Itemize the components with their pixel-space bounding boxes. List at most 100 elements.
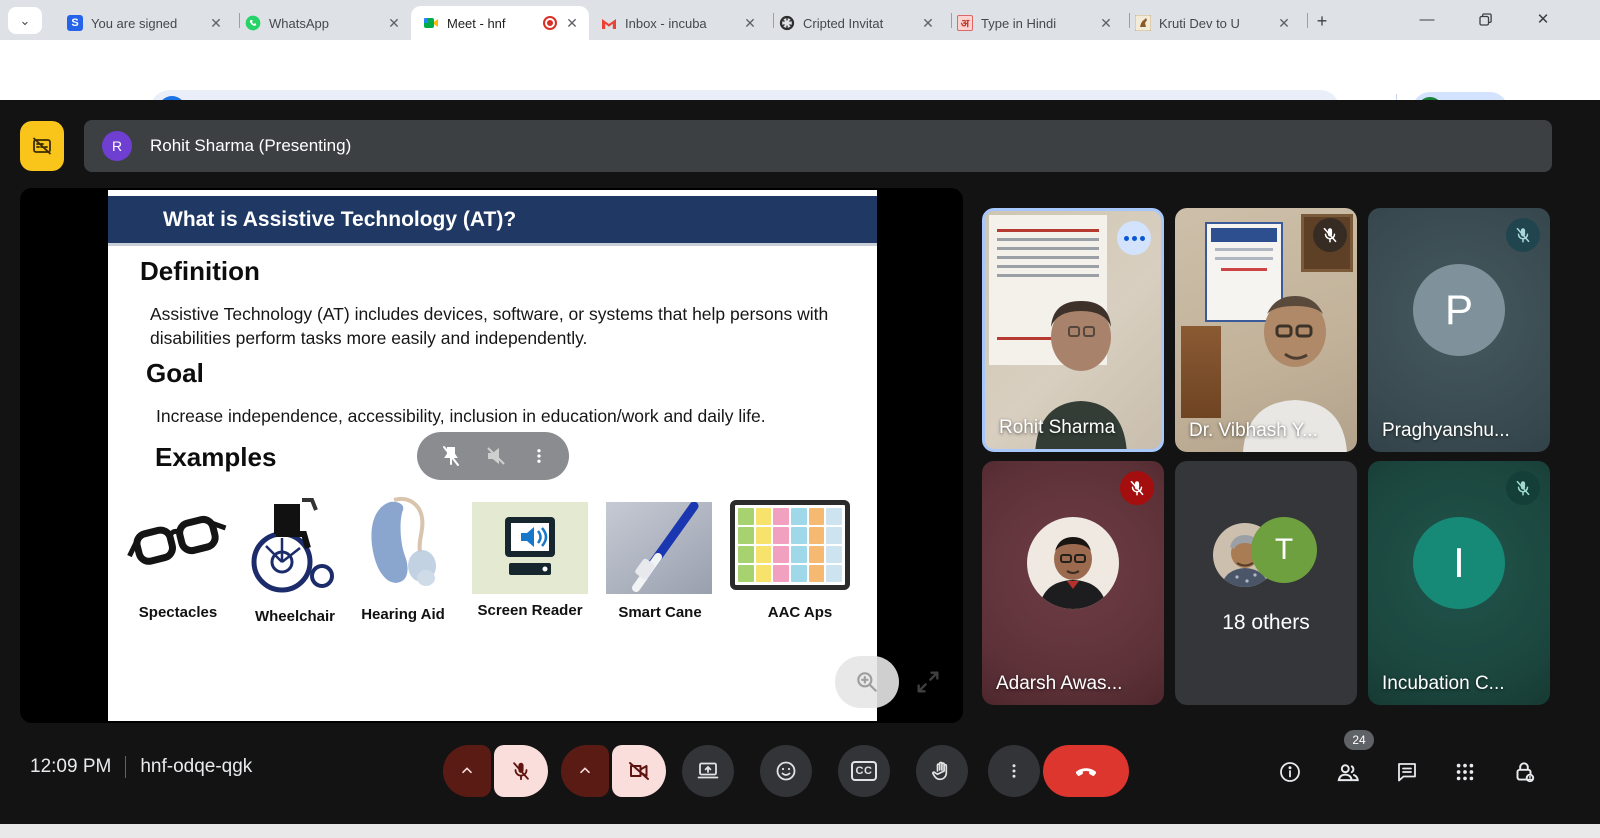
chat-panel-button[interactable]	[1394, 759, 1420, 785]
example-label: Screen Reader	[460, 602, 600, 619]
browser-toolbar: meet.google.com/hnf-odqe-qgk I School	[0, 40, 1600, 100]
tab-title: Kruti Dev to U	[1159, 16, 1275, 31]
window-restore-button[interactable]	[1463, 0, 1507, 38]
captions-unavailable-icon[interactable]	[20, 121, 64, 171]
emoji-reactions-button[interactable]	[760, 745, 812, 797]
participant-tile-others[interactable]: T 18 others	[1175, 461, 1357, 705]
tab-close-icon[interactable]: ✕	[1275, 14, 1293, 32]
mic-options-chevron-button[interactable]	[443, 745, 491, 797]
tab-recording-indicator-icon	[543, 16, 557, 30]
tab-type-in-hindi[interactable]: अ Type in Hindi ✕	[945, 6, 1123, 40]
participant-tile-adarsh[interactable]: Adarsh Awas...	[982, 461, 1164, 705]
meet-main: R Rohit Sharma (Presenting) What is Assi…	[0, 100, 1600, 824]
tab-title: Meet - hnf	[447, 16, 543, 31]
participant-initial-avatar: I	[1413, 517, 1505, 609]
examples-heading: Examples	[155, 442, 276, 473]
presentation-tile[interactable]: What is Assistive Technology (AT)? Defin…	[20, 188, 963, 723]
tile-hover-controls	[417, 432, 569, 480]
tile-more-options-icon[interactable]	[530, 447, 548, 465]
presenter-name: Rohit Sharma (Presenting)	[150, 136, 351, 156]
example-label: AAC Aps	[730, 604, 870, 621]
presenter-avatar: R	[102, 131, 132, 161]
more-options-button[interactable]	[988, 745, 1040, 797]
meeting-code: hnf-odqe-qgk	[140, 756, 252, 778]
kruti-dev-icon	[1135, 15, 1151, 31]
divider	[125, 756, 126, 778]
definition-heading: Definition	[140, 256, 260, 287]
definition-body: Assistive Technology (AT) includes devic…	[150, 302, 850, 350]
screen-reader-image	[472, 502, 588, 594]
slide-title: What is Assistive Technology (AT)?	[163, 208, 516, 232]
hearing-aid-image	[356, 494, 451, 598]
tab-meet-active[interactable]: Meet - hnf ✕	[411, 6, 589, 40]
mic-muted-badge-icon	[1506, 471, 1540, 505]
tab-close-icon[interactable]: ✕	[1097, 14, 1115, 32]
participant-count-badge: 24	[1344, 730, 1374, 750]
mic-muted-badge-icon	[1313, 218, 1347, 252]
mic-muted-button[interactable]	[494, 745, 548, 797]
gmail-icon	[601, 15, 617, 31]
participant-tile-dr-vibhash[interactable]: Dr. Vibhash Y...	[1175, 208, 1357, 452]
host-controls-lock-button[interactable]	[1511, 759, 1537, 785]
unpin-icon[interactable]	[439, 444, 463, 468]
presenting-banner: R Rohit Sharma (Presenting)	[84, 120, 1552, 172]
captions-button[interactable]: CC	[838, 745, 890, 797]
participant-name: Incubation C...	[1382, 673, 1505, 695]
tab-whatsapp[interactable]: WhatsApp ✕	[233, 6, 411, 40]
activities-grid-button[interactable]	[1452, 759, 1478, 785]
example-label: Smart Cane	[590, 604, 730, 621]
wall-scroll	[1181, 326, 1221, 418]
tab-close-icon[interactable]: ✕	[919, 14, 937, 32]
meeting-details-info-button[interactable]	[1277, 759, 1303, 785]
hindi-a-icon: अ	[957, 15, 973, 31]
audio-muted-icon	[484, 444, 508, 468]
tab-gmail-inbox[interactable]: Inbox - incuba ✕	[589, 6, 767, 40]
tab-strip: ⌄ S You are signed ✕ WhatsApp ✕ Meet - h…	[0, 0, 1600, 40]
participant-initial-avatar: P	[1413, 264, 1505, 356]
participant-tile-praghyanshu[interactable]: P Praghyanshu...	[1368, 208, 1550, 452]
whatsapp-icon	[245, 15, 261, 31]
document-s-icon: S	[67, 15, 83, 31]
tab-title: Cripted Invitat	[803, 16, 919, 31]
participant-name: Praghyanshu...	[1382, 420, 1510, 442]
tab-close-icon[interactable]: ✕	[741, 14, 759, 32]
smart-cane-image	[606, 502, 712, 594]
google-meet-icon	[423, 15, 439, 31]
raise-hand-button[interactable]	[916, 745, 968, 797]
goal-heading: Goal	[146, 358, 204, 389]
tab-chatgpt[interactable]: Cripted Invitat ✕	[767, 6, 945, 40]
window-close-button[interactable]: ✕	[1521, 0, 1565, 38]
participant-name: Dr. Vibhash Y...	[1189, 420, 1318, 442]
participant-tile-incubation[interactable]: I Incubation C...	[1368, 461, 1550, 705]
mic-muted-badge-icon	[1506, 218, 1540, 252]
tab-signed-document[interactable]: S You are signed ✕	[55, 6, 233, 40]
example-label: Hearing Aid	[333, 606, 473, 623]
tab-close-icon[interactable]: ✕	[385, 14, 403, 32]
participant-name: Adarsh Awas...	[996, 673, 1122, 695]
tile-more-options-button[interactable]	[1117, 221, 1151, 255]
tab-title: You are signed	[91, 16, 207, 31]
meeting-info: 12:09 PM hnf-odqe-qgk	[30, 756, 252, 778]
slide: What is Assistive Technology (AT)? Defin…	[108, 190, 877, 721]
camera-options-chevron-button[interactable]	[561, 745, 609, 797]
wheelchair-image	[240, 490, 350, 598]
others-count-label: 18 others	[1175, 611, 1357, 635]
participant-tile-rohit-sharma[interactable]: Rohit Sharma	[982, 208, 1164, 452]
tab-kruti-dev[interactable]: Kruti Dev to U ✕	[1123, 6, 1301, 40]
tab-title: WhatsApp	[269, 16, 385, 31]
tab-close-icon[interactable]: ✕	[207, 14, 225, 32]
zoom-in-button[interactable]	[835, 656, 899, 708]
tab-search-button[interactable]: ⌄	[8, 7, 42, 34]
camera-off-button[interactable]	[612, 745, 666, 797]
fullscreen-expand-icon[interactable]	[908, 662, 948, 702]
present-screen-button[interactable]	[682, 745, 734, 797]
end-call-button[interactable]	[1043, 745, 1129, 797]
new-tab-button[interactable]: +	[1310, 9, 1334, 33]
others-initial-avatar: T	[1251, 517, 1317, 583]
people-panel-button[interactable]	[1335, 759, 1361, 785]
participant-name: Rohit Sharma	[999, 417, 1115, 439]
tab-title: Type in Hindi	[981, 16, 1097, 31]
tab-close-icon[interactable]: ✕	[563, 14, 581, 32]
cc-label: CC	[851, 761, 878, 781]
window-minimize-button[interactable]: —	[1405, 0, 1449, 38]
